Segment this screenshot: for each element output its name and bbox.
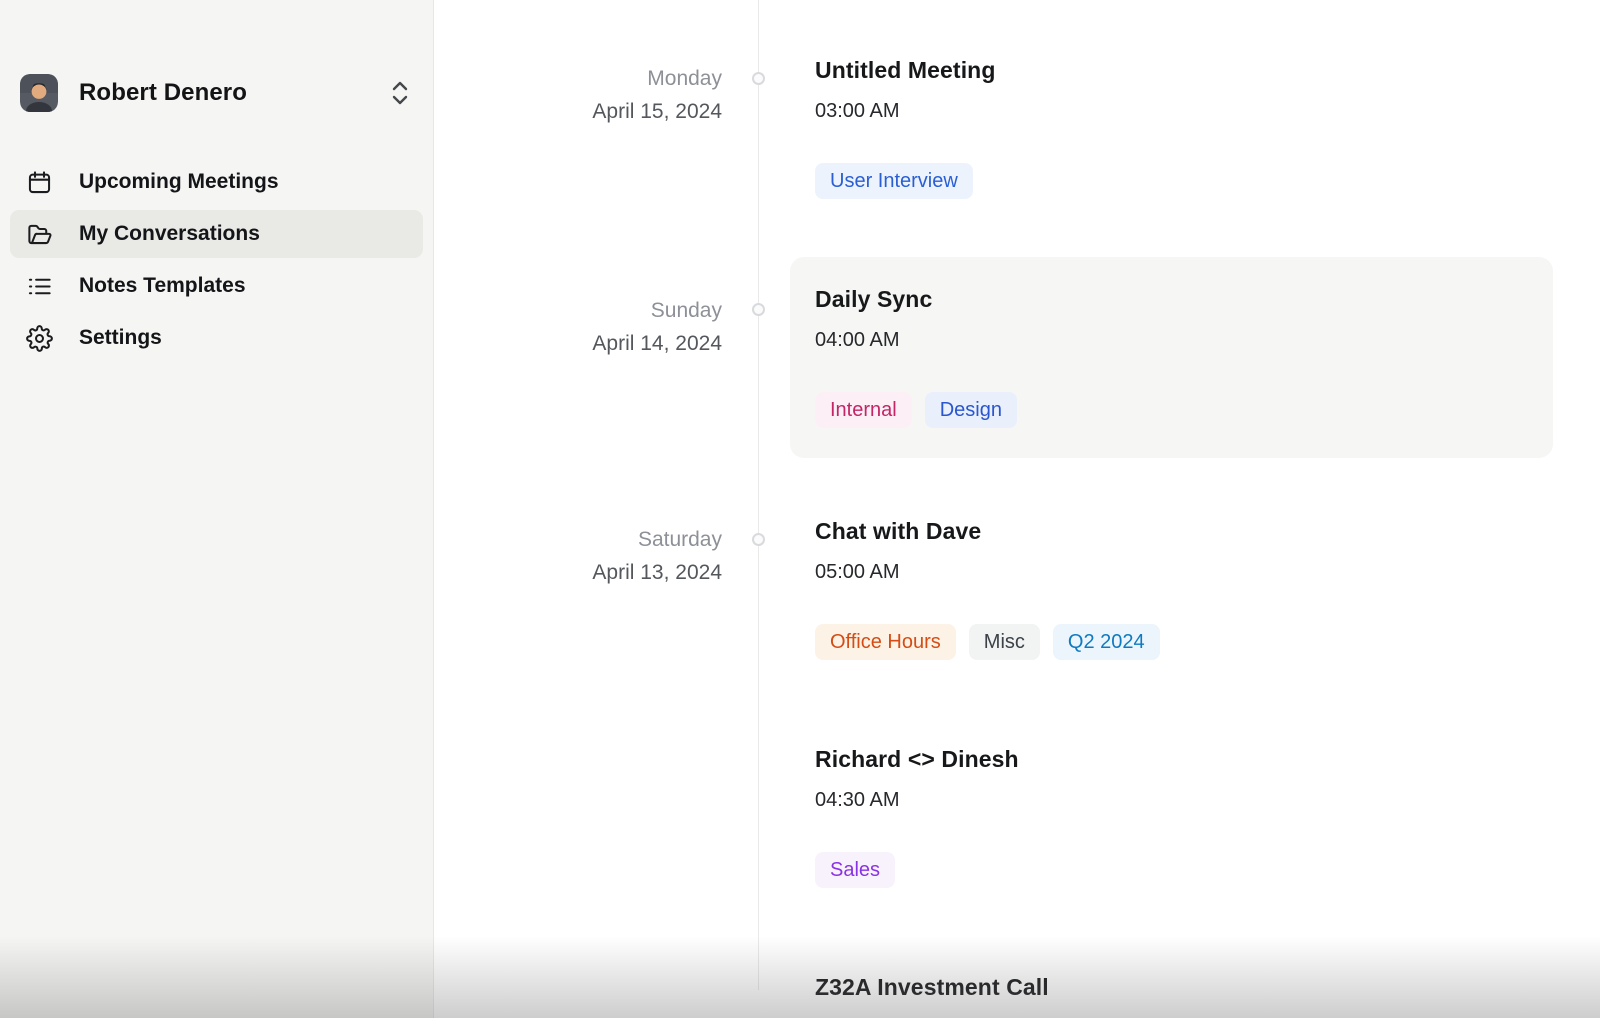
timeline-group: Sunday April 14, 2024 Daily Sync 04:00 A…	[434, 257, 1600, 458]
gear-icon	[26, 325, 53, 352]
meeting-tag-sales[interactable]: Sales	[815, 852, 895, 888]
profile-switcher[interactable]: Robert Denero	[20, 74, 411, 112]
meeting-tag-office-hours[interactable]: Office Hours	[815, 624, 956, 660]
meeting-item[interactable]: Z32A Investment Call	[815, 972, 1553, 1002]
meeting-item[interactable]: Untitled Meeting 03:00 AM User Interview	[815, 55, 1553, 199]
sidebar-item-label: Upcoming Meetings	[79, 170, 279, 194]
timeline-group: Monday April 15, 2024 Untitled Meeting 0…	[434, 55, 1600, 199]
sidebar-item-upcoming-meetings[interactable]: Upcoming Meetings	[10, 158, 423, 206]
date-text: April 15, 2024	[434, 95, 722, 128]
meeting-title[interactable]: Richard <> Dinesh	[815, 744, 1553, 774]
sidebar-item-label: Notes Templates	[79, 274, 246, 298]
meetings-column: Chat with Dave 05:00 AM Office Hours Misc…	[815, 516, 1553, 1002]
sidebar: Robert Denero Upcoming Meetings My Conve…	[0, 0, 434, 1018]
conversations-timeline: Monday April 15, 2024 Untitled Meeting 0…	[434, 0, 1600, 1018]
meeting-time: 05:00 AM	[815, 559, 1553, 586]
meeting-item[interactable]: Richard <> Dinesh 04:30 AM Sales	[815, 744, 1553, 888]
meeting-time: 04:00 AM	[815, 327, 1523, 354]
date-text: April 14, 2024	[434, 327, 722, 360]
timeline-dot	[752, 303, 765, 316]
meeting-title[interactable]: Untitled Meeting	[815, 55, 1553, 85]
meeting-time: 04:30 AM	[815, 787, 1553, 814]
meeting-title[interactable]: Chat with Dave	[815, 516, 1553, 546]
sidebar-item-label: Settings	[79, 326, 162, 350]
meeting-title[interactable]: Z32A Investment Call	[815, 972, 1553, 1002]
meeting-tags: Sales	[815, 852, 1553, 888]
meetings-column: Daily Sync 04:00 AM Internal Design	[815, 257, 1553, 458]
meeting-tags: Office Hours Misc Q2 2024	[815, 624, 1553, 660]
group-date: Monday April 15, 2024	[434, 55, 722, 199]
calendar-icon	[26, 169, 53, 196]
meeting-title[interactable]: Daily Sync	[815, 284, 1523, 314]
sidebar-item-settings[interactable]: Settings	[10, 314, 423, 362]
meeting-item[interactable]: Daily Sync 04:00 AM Internal Design	[790, 257, 1553, 458]
meeting-tag-user-interview[interactable]: User Interview	[815, 163, 973, 199]
sidebar-item-label: My Conversations	[79, 222, 260, 246]
date-text: April 13, 2024	[434, 556, 722, 589]
meeting-time: 03:00 AM	[815, 98, 1553, 125]
timeline-group: Saturday April 13, 2024 Chat with Dave 0…	[434, 516, 1600, 1002]
timeline-dot	[752, 72, 765, 85]
user-name: Robert Denero	[79, 79, 368, 107]
meetings-column: Untitled Meeting 03:00 AM User Interview	[815, 55, 1553, 199]
meeting-item[interactable]: Chat with Dave 05:00 AM Office Hours Misc…	[815, 516, 1553, 660]
day-name: Monday	[434, 62, 722, 95]
day-name: Saturday	[434, 523, 722, 556]
meeting-tags: User Interview	[815, 163, 1553, 199]
group-date: Sunday April 14, 2024	[434, 257, 722, 458]
app-window: { "user": { "name": "Robert Denero" }, "…	[0, 0, 1600, 1018]
meeting-tags: Internal Design	[815, 392, 1523, 428]
user-avatar	[20, 74, 58, 112]
meeting-tag-q2-2024[interactable]: Q2 2024	[1053, 624, 1160, 660]
meeting-tag-misc[interactable]: Misc	[969, 624, 1040, 660]
day-name: Sunday	[434, 294, 722, 327]
chevron-updown-icon[interactable]	[389, 79, 411, 107]
timeline-dot	[752, 533, 765, 546]
folder-open-icon	[26, 221, 53, 248]
meeting-tag-design[interactable]: Design	[925, 392, 1017, 428]
sidebar-nav: Upcoming Meetings My Conversations Notes…	[0, 158, 433, 362]
list-icon	[26, 273, 53, 300]
timeline-content: Monday April 15, 2024 Untitled Meeting 0…	[434, 0, 1600, 1002]
sidebar-item-notes-templates[interactable]: Notes Templates	[10, 262, 423, 310]
group-date: Saturday April 13, 2024	[434, 516, 722, 1002]
sidebar-item-my-conversations[interactable]: My Conversations	[10, 210, 423, 258]
meeting-tag-internal[interactable]: Internal	[815, 392, 912, 428]
